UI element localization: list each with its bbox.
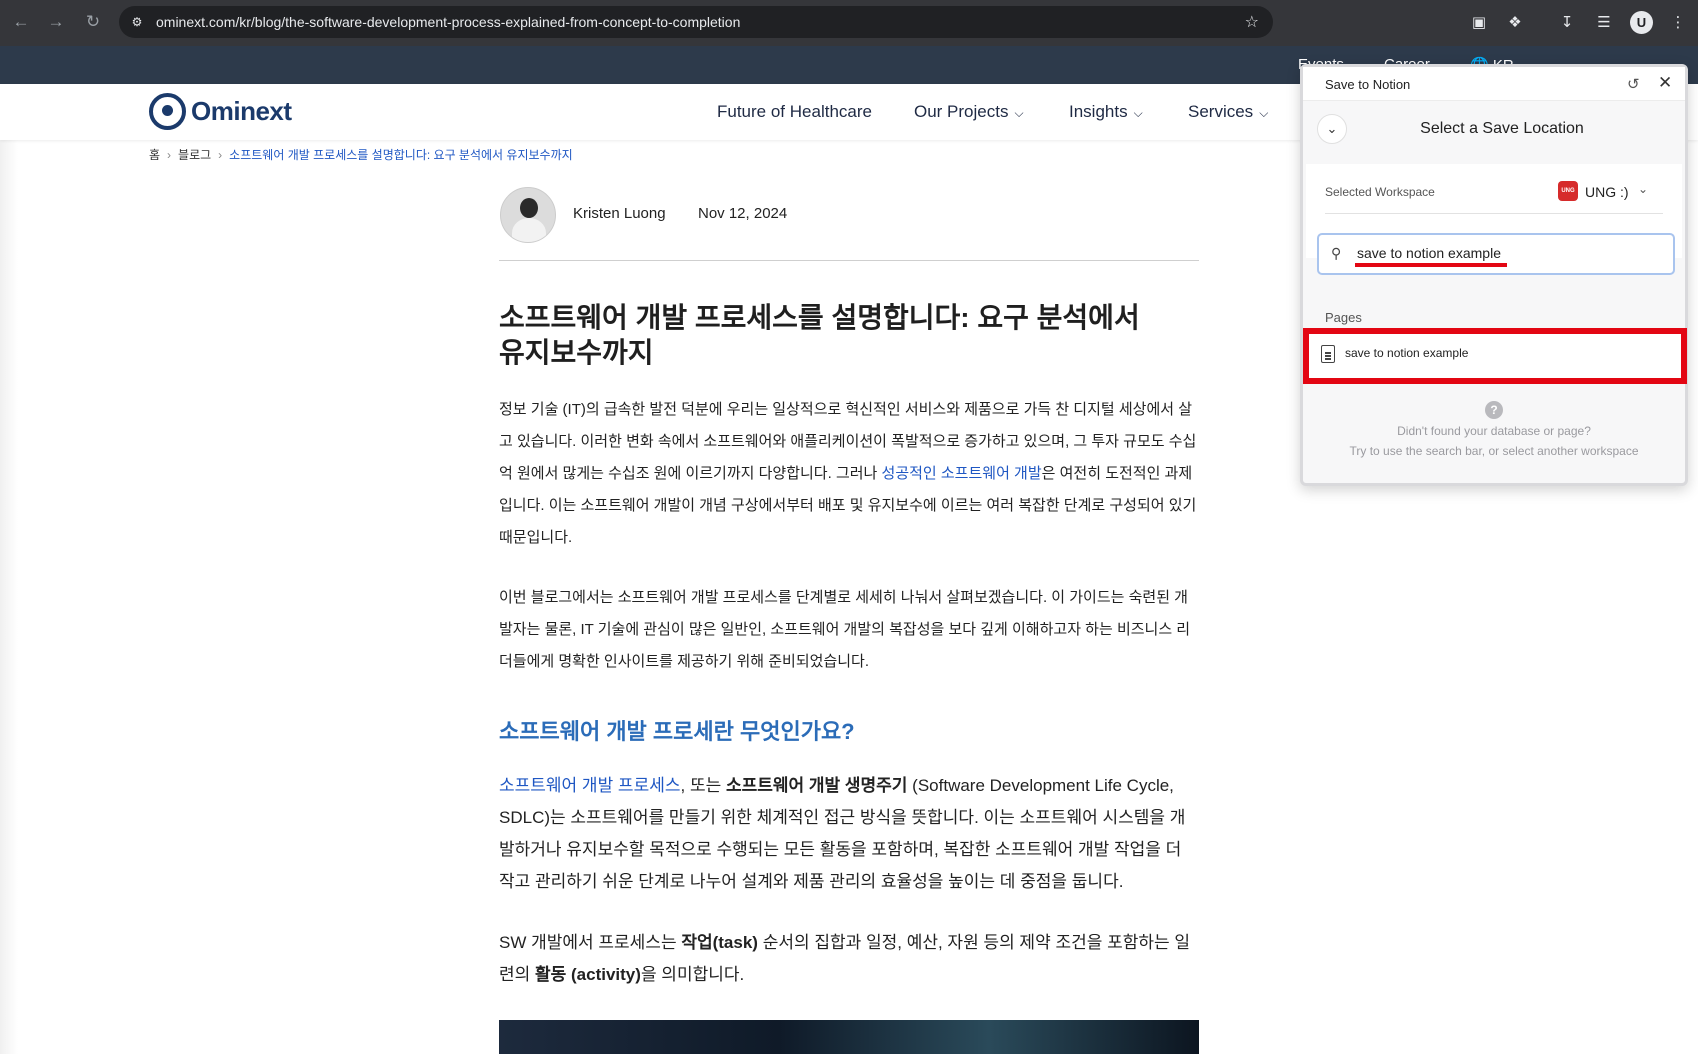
bold-text: 소프트웨어 개발 생명주기 xyxy=(725,776,908,795)
search-icon: ⚲ xyxy=(1331,245,1342,261)
nav-services[interactable]: Services ⌵ xyxy=(1188,102,1268,122)
reload-icon[interactable]: ↻ xyxy=(82,11,104,33)
nav-label: Our Projects xyxy=(914,102,1009,121)
text: 을 의미합니다. xyxy=(640,965,745,984)
page-edge-shadow xyxy=(0,140,18,1054)
paragraph-process: SW 개발에서 프로세스는 작업(task) 순서의 집합과 일정, 예산, 자… xyxy=(499,927,1199,991)
paragraph-intro: 정보 기술 (IT)의 급속한 발전 덕분에 우리는 일상적으로 혁신적인 서비… xyxy=(499,394,1199,554)
article-title: 소프트웨어 개발 프로세스를 설명합니다: 요구 분석에서 유지보수까지 xyxy=(499,302,1140,368)
bold-text: 활동 (activity) xyxy=(535,965,641,984)
breadcrumb: 홈 › 블로그 › 소프트웨어 개발 프로세스를 설명합니다: 요구 분석에서 유지보수… xyxy=(149,146,573,163)
help-question-icon: ? xyxy=(1485,401,1503,419)
url-text[interactable]: ominext.com/kr/blog/the-software-develop… xyxy=(156,14,740,30)
nav-our-projects[interactable]: Our Projects ⌵ xyxy=(914,102,1024,122)
history-icon[interactable]: ↺ xyxy=(1627,75,1640,93)
search-value[interactable]: save to notion example xyxy=(1357,245,1501,261)
paragraph-guide: 이번 블로그에서는 소프트웨어 개발 프로세스를 단계별로 세세히 나눠서 살펴… xyxy=(499,589,1191,670)
panel-title: Save to Notion xyxy=(1325,77,1411,92)
nav-insights[interactable]: Insights ⌵ xyxy=(1069,102,1143,122)
author-name: Kristen Luong xyxy=(573,205,666,222)
chevron-down-icon: ⌵ xyxy=(1133,106,1143,120)
back-arrow-icon[interactable]: ← xyxy=(10,11,32,33)
workspace-badge: UNG xyxy=(1558,181,1578,201)
browser-toolbar: ← → ↻ ⚙ ominext.com/kr/blog/the-software… xyxy=(0,0,1698,46)
breadcrumb-separator-icon: › xyxy=(218,148,223,162)
pages-label: Pages xyxy=(1325,310,1362,325)
site-logo-text[interactable]: Ominext xyxy=(191,96,292,127)
more-menu-icon[interactable]: ⋮ xyxy=(1668,12,1688,32)
bookmark-star-icon[interactable]: ☆ xyxy=(1245,12,1259,32)
divider xyxy=(499,260,1199,261)
breadcrumb-home[interactable]: 홈 xyxy=(149,148,160,162)
address-bar[interactable]: ⚙ ominext.com/kr/blog/the-software-devel… xyxy=(119,6,1273,38)
paragraph-definition: 소프트웨어 개발 프로세스, 또는 소프트웨어 개발 생명주기 (Softwar… xyxy=(499,770,1199,898)
panel-header: Save to Notion ↺ ✕ xyxy=(1303,67,1685,101)
page-result-label: save to notion example xyxy=(1345,346,1469,360)
search-input[interactable]: ⚲ save to notion example xyxy=(1317,233,1675,275)
workspace-selector[interactable]: UNG :) xyxy=(1585,184,1629,200)
select-location-heading: Select a Save Location xyxy=(1420,120,1584,137)
breadcrumb-blog[interactable]: 블로그 xyxy=(178,148,211,162)
bold-text: 작업(task) xyxy=(681,933,758,952)
author-avatar xyxy=(500,187,556,243)
hint-text: Try to use the search bar, or select ano… xyxy=(1349,444,1639,458)
ominext-logo-icon[interactable] xyxy=(149,93,186,130)
extensions-puzzle-icon[interactable]: ❖ xyxy=(1505,12,1525,32)
chevron-down-icon: ⌵ xyxy=(1014,106,1024,120)
media-control-icon[interactable]: ☰ xyxy=(1594,12,1614,32)
inline-link[interactable]: 소프트웨어 개발 프로세스 xyxy=(499,776,681,795)
publish-date: Nov 12, 2024 xyxy=(698,205,788,222)
nav-label: Services xyxy=(1188,102,1254,121)
download-icon[interactable]: ↧ xyxy=(1557,12,1577,32)
divider xyxy=(1325,213,1663,214)
profile-avatar[interactable]: U xyxy=(1630,11,1653,34)
forward-arrow-icon[interactable]: → xyxy=(45,11,67,33)
nav-future-of-healthcare[interactable]: Future of Healthcare xyxy=(717,102,872,122)
page-result-item[interactable]: save to notion example xyxy=(1303,328,1687,384)
inline-link[interactable]: 성공적인 소프트웨어 개발 xyxy=(882,465,1042,482)
article-image xyxy=(499,1020,1199,1054)
chevron-down-icon[interactable]: ⌄ xyxy=(1638,182,1648,196)
breadcrumb-separator-icon: › xyxy=(167,148,172,162)
breadcrumb-current: 소프트웨어 개발 프로세스를 설명합니다: 요구 분석에서 유지보수까지 xyxy=(229,148,573,162)
extension-notion-icon[interactable]: ▣ xyxy=(1469,12,1489,32)
workspace-label: Selected Workspace xyxy=(1325,185,1435,199)
text: SW 개발에서 프로세스는 xyxy=(499,933,682,952)
nav-label: Insights xyxy=(1069,102,1128,121)
save-to-notion-panel: Save to Notion ↺ ✕ ⌄ Select a Save Locat… xyxy=(1300,64,1688,486)
text: , 또는 xyxy=(680,776,726,795)
hint-text: Didn't found your database or page? xyxy=(1397,424,1591,438)
red-underline-annotation xyxy=(1355,263,1507,267)
chevron-down-icon: ⌵ xyxy=(1259,106,1269,120)
close-icon[interactable]: ✕ xyxy=(1658,73,1672,93)
site-settings-icon[interactable]: ⚙ xyxy=(127,12,147,32)
page-document-icon xyxy=(1321,345,1335,363)
section-heading: 소프트웨어 개발 프로세란 무엇인가요? xyxy=(499,719,855,744)
